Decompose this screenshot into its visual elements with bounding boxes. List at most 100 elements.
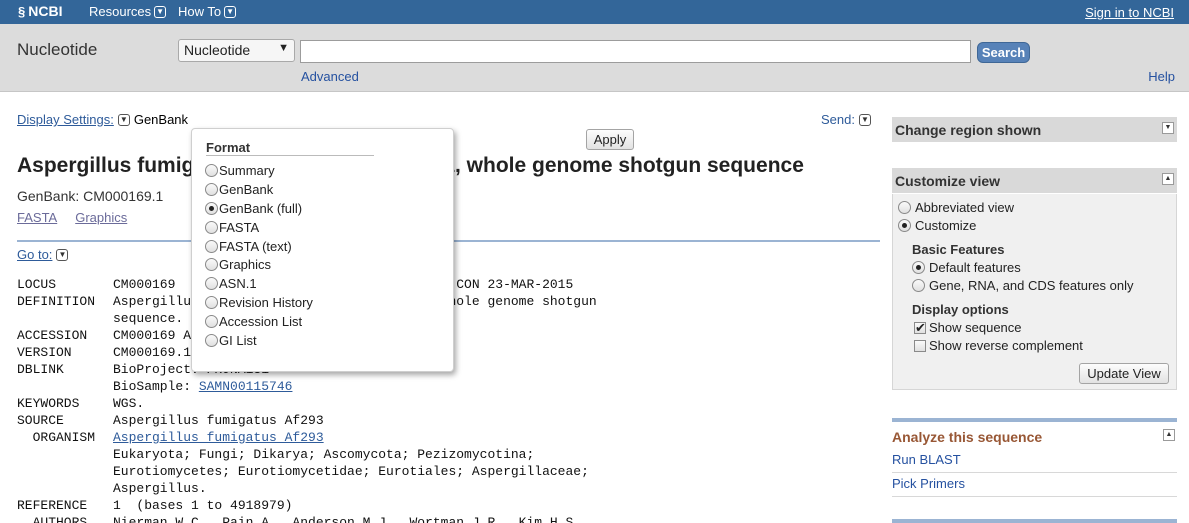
radio-label: Customize [915, 218, 977, 233]
checkbox-label: Show reverse complement [929, 338, 1083, 353]
ncbi-logo[interactable]: § NCBI [18, 3, 62, 19]
radio-icon [205, 296, 218, 310]
format-option[interactable]: Graphics [205, 255, 313, 274]
record-key: LOCUS [17, 277, 57, 292]
sign-in-link[interactable]: Sign in to NCBI [1085, 5, 1174, 20]
divider [892, 496, 1177, 497]
display-options-heading: Display options [912, 302, 1009, 317]
record-key: ACCESSION [17, 328, 88, 343]
search-input[interactable] [300, 40, 971, 63]
run-blast-link[interactable]: Run BLAST [892, 452, 961, 467]
goto-menu: Go to: ▼ [17, 247, 69, 262]
format-option[interactable]: Summary [205, 161, 313, 180]
send-link[interactable]: Send: [821, 112, 855, 127]
radio-icon [205, 220, 218, 234]
record-value-text: CM000169.1 [113, 345, 192, 360]
show-sequence-checkbox[interactable]: ✔ Show sequence [914, 320, 1022, 335]
format-options: Summary GenBank GenBank (full) FASTA FASTA (… [205, 161, 313, 350]
record-key: VERSION [17, 345, 72, 360]
apply-button[interactable]: Apply [586, 129, 634, 150]
format-option[interactable]: GenBank [205, 180, 313, 199]
record-value-text: Nierman,W.C., Pain,A., Anderson,M.J., Wo… [113, 515, 582, 523]
format-links: FASTA Graphics [17, 210, 127, 225]
checkbox-label: Show sequence [929, 320, 1022, 335]
ncbi-logo-text: NCBI [28, 3, 63, 19]
update-view-button[interactable]: Update View [1079, 363, 1169, 384]
format-option-label: ASN.1 [219, 276, 257, 292]
resources-menu[interactable]: Resources ▼ [89, 4, 167, 19]
record-key: ORGANISM [17, 430, 96, 445]
checkbox-icon [914, 339, 926, 352]
chevron-down-icon[interactable]: ▼ [56, 248, 69, 261]
radio-icon [912, 279, 925, 292]
record-value: Nierman,W.C., Pain,A., Anderson,M.J., Wo… [113, 514, 581, 523]
gene-rna-cds-radio[interactable]: Gene, RNA, and CDS features only [912, 278, 1134, 293]
format-option-label: FASTA [219, 219, 260, 235]
chevron-up-icon[interactable]: ▲ [1162, 173, 1174, 185]
record-line: Eukaryota; Fungi; Dikarya; Ascomycota; P… [17, 446, 597, 463]
help-link[interactable]: Help [1148, 69, 1175, 84]
fasta-link[interactable]: FASTA [17, 210, 57, 225]
record-key [17, 310, 113, 327]
format-popup-title: Format [206, 140, 251, 155]
format-option[interactable]: FASTA (text) [205, 237, 313, 256]
record-value-text: WGS. [113, 396, 145, 411]
default-features-radio[interactable]: Default features [912, 260, 1021, 275]
search-bar: Nucleotide Nucleotide ▼ Search Advanced … [0, 24, 1189, 92]
search-button[interactable]: Search [977, 42, 1030, 63]
radio-icon [205, 163, 218, 177]
chevron-down-icon[interactable]: ▼ [117, 113, 130, 126]
record-value-text: sequence. [113, 311, 184, 326]
howto-menu[interactable]: How To ▼ [178, 4, 237, 19]
divider [892, 472, 1177, 473]
database-select[interactable]: Nucleotide ▼ [178, 39, 295, 62]
display-settings-value: GenBank [133, 112, 189, 127]
howto-menu-label: How To [178, 4, 222, 19]
chevron-up-icon[interactable]: ▲ [1163, 429, 1175, 441]
show-reverse-complement-checkbox[interactable]: Show reverse complement [914, 338, 1083, 353]
graphics-link[interactable]: Graphics [75, 210, 127, 225]
record-line: AUTHORS Nierman,W.C., Pain,A., Anderson,M… [17, 514, 597, 523]
radio-label: Default features [929, 260, 1021, 275]
format-option[interactable]: GenBank (full) [205, 199, 313, 218]
record-line: SOURCE Aspergillus fumigatus Af293 [17, 412, 597, 429]
customize-view-panel[interactable]: Customize view ▲ [892, 168, 1177, 193]
record-value-text: Eurotiomycetes; Eurotiomycetidae; Euroti… [113, 464, 589, 479]
format-option[interactable]: Accession List [205, 312, 313, 331]
change-region-panel[interactable]: Change region shown ▼ [892, 117, 1177, 142]
pick-primers-link[interactable]: Pick Primers [892, 476, 965, 491]
chevron-down-icon[interactable]: ▼ [858, 113, 871, 126]
abbreviated-view-radio[interactable]: Abbreviated view [898, 200, 1014, 215]
display-settings-link[interactable]: Display Settings: [17, 112, 114, 127]
advanced-search-link[interactable]: Advanced [301, 69, 359, 84]
record-value: Aspergillus fumigatus Af293 [113, 412, 324, 429]
format-option[interactable]: GI List [205, 331, 313, 350]
format-option-label: Summary [219, 162, 275, 178]
format-option[interactable]: Revision History [205, 293, 313, 312]
radio-icon [205, 201, 218, 215]
customize-radio[interactable]: Customize [898, 218, 976, 233]
record-key: DBLINK [17, 362, 64, 377]
radio-icon [912, 261, 925, 274]
chevron-down-icon: ▼ [224, 5, 237, 18]
format-option-label: Accession List [219, 314, 303, 330]
record-line: BioSample: SAMN00115746 [17, 378, 597, 395]
record-line: KEYWORDS WGS. [17, 395, 597, 412]
radio-label: Abbreviated view [915, 200, 1014, 215]
basic-features-heading: Basic Features [912, 242, 1005, 257]
display-settings: Display Settings: ▼ GenBank [17, 112, 188, 127]
chevron-down-icon[interactable]: ▼ [1162, 122, 1174, 134]
format-option[interactable]: ASN.1 [205, 274, 313, 293]
goto-link[interactable]: Go to: [17, 247, 52, 262]
record-link[interactable]: SAMN00115746 [199, 379, 293, 394]
format-popup: Format Summary GenBank GenBank (full) FASTA… [191, 128, 634, 372]
record-value-text: Aspergillus fumigatus Af293 [113, 413, 324, 428]
format-option[interactable]: FASTA [205, 218, 313, 237]
record-key: SOURCE [17, 413, 64, 428]
ncbi-header: § NCBI Resources ▼ How To ▼ Sign in to N… [0, 0, 1189, 24]
record-line: REFERENCE 1 (bases 1 to 4918979) [17, 497, 597, 514]
record-link[interactable]: Aspergillus fumigatus Af293 [113, 430, 324, 445]
chevron-down-icon: ▼ [278, 42, 289, 54]
record-value-text: Aspergillus. [113, 481, 207, 496]
record-value: BioSample: SAMN00115746 [113, 378, 292, 395]
